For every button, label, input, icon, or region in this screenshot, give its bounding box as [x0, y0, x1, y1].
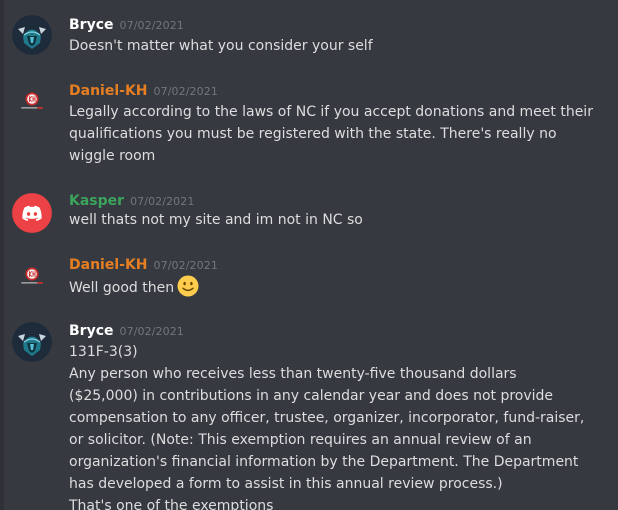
message-text: ($25,000) in contributions in any calend…	[69, 388, 554, 404]
slightly-smiling-face-icon[interactable]	[177, 275, 199, 297]
kh-logo-icon	[12, 256, 52, 296]
message-text: compensation to any officer, trustee, or…	[69, 410, 585, 426]
message-text: qualifications you must be registered wi…	[69, 126, 557, 142]
message-text: wiggle room	[69, 148, 156, 164]
avatar-bryce[interactable]	[12, 15, 52, 55]
timestamp[interactable]: 07/02/2021	[120, 325, 184, 338]
message-text: has developed a form to assist in this a…	[69, 476, 503, 492]
message-bryce-1[interactable]: Bryce 07/02/2021 Doesn't matter what you …	[0, 0, 618, 60]
author-name[interactable]: Bryce	[69, 323, 114, 339]
message-text: Well good then	[69, 280, 175, 296]
author-name[interactable]: Kasper	[69, 193, 124, 209]
viking-helmet-icon	[12, 322, 52, 362]
message-header: Daniel-KH 07/02/2021	[69, 254, 218, 276]
message-text: organization's financial information by …	[69, 454, 579, 470]
kh-logo-icon	[12, 81, 52, 121]
message-content: Doesn't matter what you consider your se…	[69, 35, 614, 57]
message-header: Bryce 07/02/2021	[69, 320, 184, 342]
message-content: 131F-3(3) Any person who receives less t…	[69, 341, 614, 510]
message-bryce-2[interactable]: Bryce 07/02/2021 131F-3(3) Any person who…	[0, 320, 618, 510]
timestamp[interactable]: 07/02/2021	[154, 259, 218, 272]
avatar-bryce[interactable]	[12, 322, 52, 362]
author-name[interactable]: Daniel-KH	[69, 257, 148, 273]
message-text: Doesn't matter what you consider your se…	[69, 38, 373, 54]
author-name[interactable]: Bryce	[69, 17, 114, 33]
message-daniel-1[interactable]: Daniel-KH 07/02/2021 Legally according to…	[0, 78, 618, 168]
discord-logo-icon	[12, 193, 52, 233]
message-text: That's one of the exemptions	[69, 498, 274, 510]
message-list[interactable]: Bryce 07/02/2021 Doesn't matter what you …	[0, 0, 618, 510]
message-content: Legally according to the laws of NC if y…	[69, 101, 614, 167]
author-name[interactable]: Daniel-KH	[69, 83, 148, 99]
message-content: well thats not my site and im not in NC …	[69, 209, 614, 231]
message-text: Any person who receives less than twenty…	[69, 366, 517, 382]
message-text: 131F-3(3)	[69, 344, 138, 360]
message-text-line: Well good then	[69, 275, 614, 299]
message-daniel-2[interactable]: Daniel-KH 07/02/2021 Well good then	[0, 253, 618, 303]
avatar-daniel[interactable]	[12, 81, 52, 121]
timestamp[interactable]: 07/02/2021	[120, 19, 184, 32]
timestamp[interactable]: 07/02/2021	[154, 85, 218, 98]
message-text: or solicitor. (Note: This exemption requ…	[69, 432, 532, 448]
message-content: Well good then	[69, 275, 614, 299]
message-kasper-1[interactable]: Kasper 07/02/2021 well thats not my site …	[0, 188, 618, 234]
message-header: Bryce 07/02/2021	[69, 14, 184, 36]
avatar-kasper[interactable]	[12, 193, 52, 233]
message-text: Legally according to the laws of NC if y…	[69, 104, 593, 120]
message-header: Daniel-KH 07/02/2021	[69, 80, 218, 102]
message-text: well thats not my site and im not in NC …	[69, 212, 363, 228]
timestamp[interactable]: 07/02/2021	[130, 195, 194, 208]
viking-helmet-icon	[12, 15, 52, 55]
avatar-daniel[interactable]	[12, 256, 52, 296]
